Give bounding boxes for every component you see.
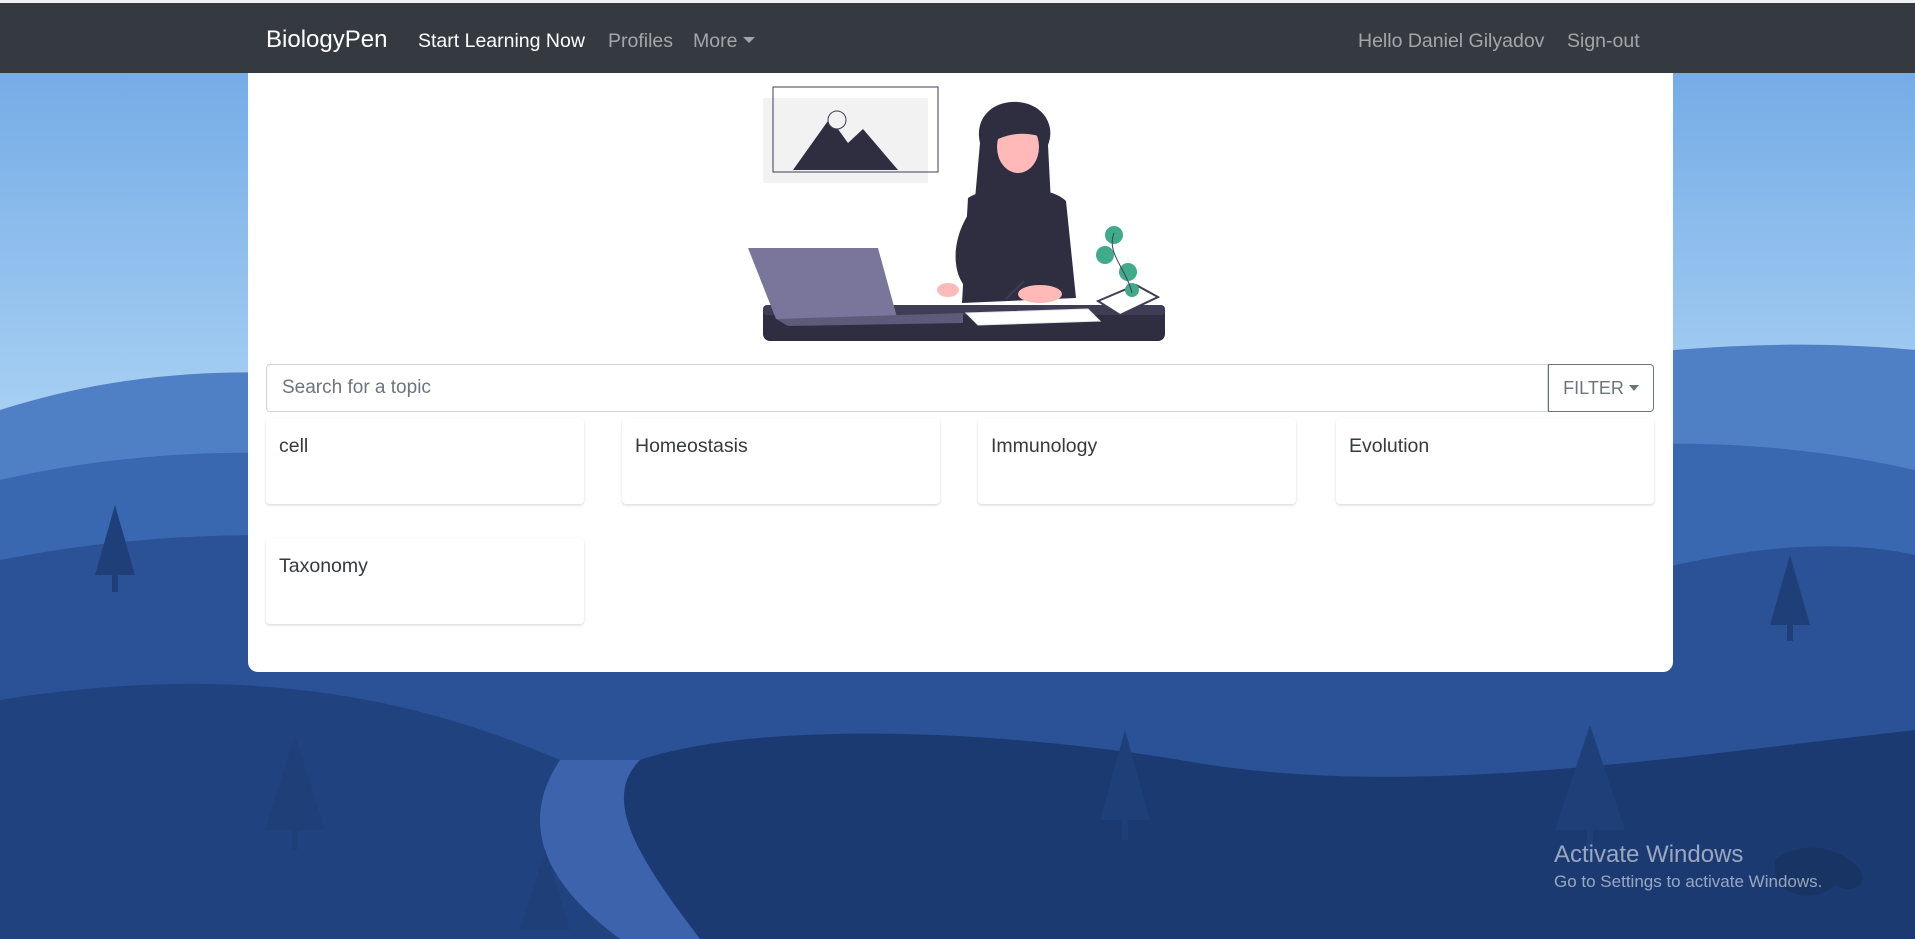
topic-card-homeostasis[interactable]: Homeostasis (622, 418, 940, 504)
topic-card-evolution[interactable]: Evolution (1336, 418, 1654, 504)
signout-link[interactable]: Sign-out (1567, 28, 1640, 54)
caret-down-icon (1628, 385, 1639, 391)
nav-profiles[interactable]: Profiles (608, 28, 673, 54)
nav-more-label: More (693, 30, 738, 52)
watermark-title: Activate Windows (1554, 841, 1744, 868)
user-greeting: Hello Daniel Gilyadov (1358, 30, 1545, 52)
caret-down-icon (743, 37, 756, 43)
topic-title: Evolution (1349, 435, 1430, 457)
brand-logo[interactable]: BiologyPen (266, 25, 387, 55)
nav-more-dropdown[interactable]: More (693, 28, 756, 54)
nav-start-learning[interactable]: Start Learning Now (418, 28, 585, 54)
topic-card-taxonomy[interactable]: Taxonomy (266, 538, 584, 624)
topic-title: Taxonomy (279, 555, 368, 577)
top-navbar: BiologyPen Start Learning Now Profiles M… (0, 3, 1915, 73)
topic-title: cell (279, 435, 309, 457)
filter-label: FILTER (1563, 378, 1624, 398)
filter-button[interactable]: FILTER (1548, 364, 1654, 412)
search-input[interactable] (266, 364, 1548, 412)
topic-card-cell[interactable]: cell (266, 418, 584, 504)
search-bar: FILTER (266, 364, 1654, 412)
topic-title: Immunology (991, 435, 1098, 457)
watermark-subtitle: Go to Settings to activate Windows. (1554, 872, 1823, 891)
topic-card-immunology[interactable]: Immunology (978, 418, 1296, 504)
windows-activation-watermark: Activate Windows Go to Settings to activ… (1554, 840, 1822, 894)
topic-title: Homeostasis (635, 435, 748, 457)
main-card: FILTER cell Homeostasis Immunology Evolu… (248, 73, 1673, 672)
woman-at-laptop-illustration (748, 86, 1165, 341)
